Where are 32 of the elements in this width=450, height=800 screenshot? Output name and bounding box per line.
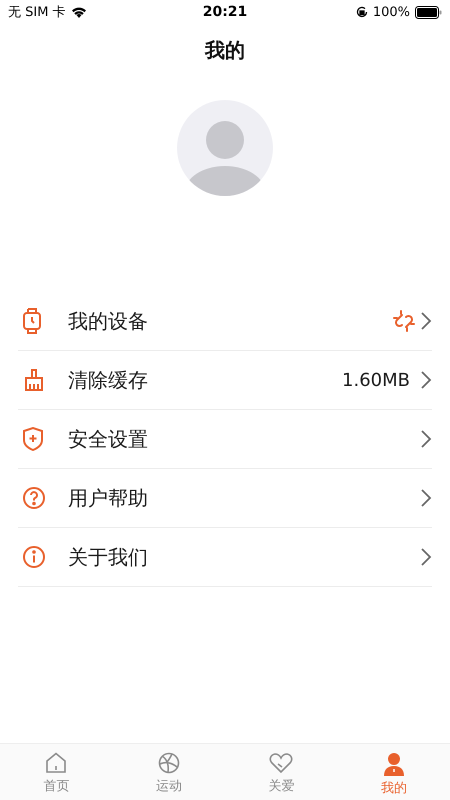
- tab[interactable]: 运动: [112, 744, 225, 800]
- menu-label: 清除缓存: [68, 366, 149, 394]
- tab[interactable]: 关爱: [225, 744, 338, 800]
- chevron-right-icon: [420, 547, 432, 567]
- broom-icon: [22, 368, 46, 392]
- rotation-lock-icon: [356, 6, 368, 18]
- ball-icon: [158, 752, 180, 774]
- wifi-icon: [70, 6, 87, 18]
- menu-label: 关于我们: [68, 544, 149, 570]
- carrier-label: 无 SIM 卡: [8, 4, 66, 21]
- person-icon: [382, 752, 405, 776]
- time-label: 20:21: [202, 4, 248, 20]
- tab[interactable]: 我的: [338, 744, 450, 800]
- battery-icon: [415, 6, 442, 18]
- menu-label: 用户帮助: [68, 484, 149, 512]
- home-icon: [45, 752, 68, 774]
- page-title: 我的: [205, 36, 245, 64]
- shield-icon: [22, 427, 44, 451]
- help-icon: [22, 486, 46, 510]
- avatar-icon[interactable]: [177, 100, 273, 196]
- chevron-right-icon: [420, 370, 432, 390]
- menu-label: 安全设置: [68, 426, 149, 452]
- chevron-right-icon: [420, 311, 432, 331]
- menu-label: 我的设备: [68, 308, 149, 334]
- chevron-right-icon: [420, 488, 432, 508]
- watch-icon: [22, 308, 42, 334]
- info-icon: [22, 545, 46, 569]
- battery-percentage: 100%: [372, 4, 410, 20]
- cache-size: 1.60MB: [342, 370, 410, 390]
- chevron-right-icon: [420, 429, 432, 449]
- heart-icon: [269, 752, 294, 774]
- home-tab[interactable]: 首页: [0, 744, 112, 800]
